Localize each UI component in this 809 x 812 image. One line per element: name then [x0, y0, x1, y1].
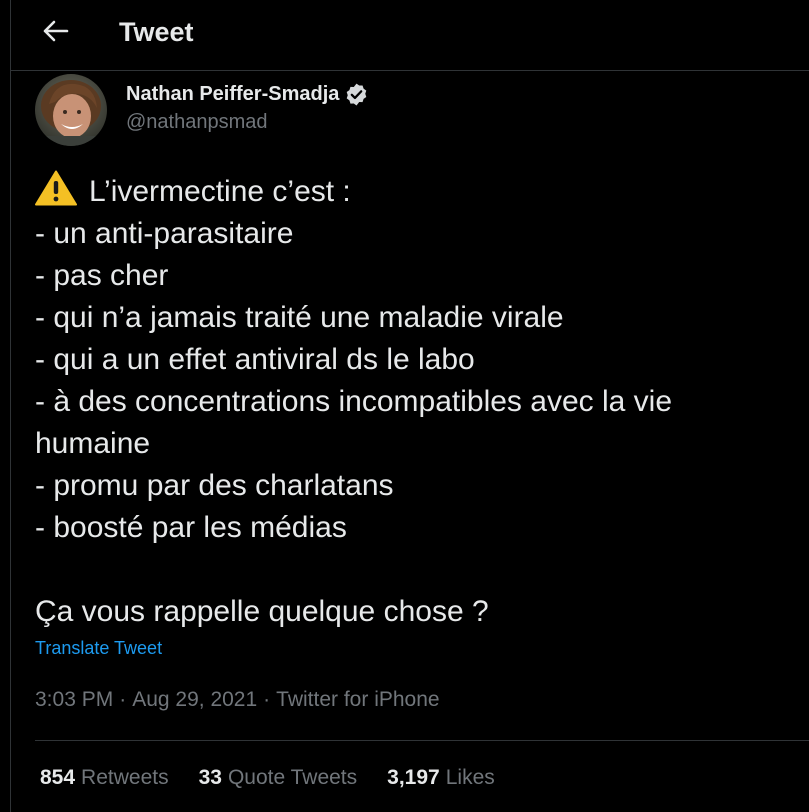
tweet-time[interactable]: 3:03 PM — [35, 688, 113, 712]
likes-stat[interactable]: 3,197 Likes — [387, 766, 495, 790]
author-name-row: Nathan Peiffer-Smadja — [126, 80, 369, 108]
arrow-left-icon — [43, 20, 69, 42]
tweet-date[interactable]: Aug 29, 2021 — [132, 688, 257, 712]
translate-tweet-link[interactable]: Translate Tweet — [35, 638, 162, 659]
back-button[interactable] — [39, 14, 73, 48]
tweet-source[interactable]: Twitter for iPhone — [276, 688, 439, 712]
stat-value: 854 — [40, 766, 76, 789]
tweet-line: L’ivermectine c’est : — [35, 170, 795, 213]
tweet-line: - un anti-parasitaire — [35, 217, 294, 250]
page-title: Tweet — [119, 17, 194, 47]
tweet-line: - qui a un effet antiviral ds le labo — [35, 343, 475, 376]
quote-tweets-stat[interactable]: 33 Quote Tweets — [199, 766, 358, 790]
stat-label: Retweets — [81, 766, 169, 789]
tweet-line: Ça vous rappelle quelque chose ? — [35, 595, 489, 628]
divider — [35, 740, 809, 741]
retweets-stat[interactable]: 854 Retweets — [40, 766, 169, 790]
column-border — [10, 0, 11, 812]
stat-label: Likes — [445, 766, 495, 789]
meta-separator: · — [263, 688, 271, 711]
verified-badge-icon — [344, 82, 369, 107]
author-name[interactable]: Nathan Peiffer-Smadja — [126, 83, 339, 106]
stat-value: 33 — [198, 766, 222, 789]
stat-label: Quote Tweets — [227, 766, 358, 789]
tweet-line: - boosté par les médias — [35, 511, 347, 544]
warning-icon — [35, 170, 77, 206]
author-handle[interactable]: @nathanpsmad — [126, 111, 268, 134]
tweet-stats: 854 Retweets 33 Quote Tweets 3,197 Likes — [40, 766, 495, 790]
tweet-line-text: L’ivermectine c’est : — [89, 175, 351, 208]
avatar[interactable] — [35, 74, 107, 146]
tweet-line: - pas cher — [35, 259, 169, 292]
tweet-line: - à des concentrations incompatibles ave… — [35, 385, 673, 418]
stat-value: 3,197 — [387, 766, 440, 789]
tweet-line: - qui n’a jamais traité une maladie vira… — [35, 301, 564, 334]
tweet-text: L’ivermectine c’est : - un anti-parasita… — [35, 170, 795, 633]
tweet-meta: 3:03 PM · Aug 29, 2021 · Twitter for iPh… — [35, 688, 440, 712]
meta-separator: · — [119, 688, 127, 711]
avatar-image — [35, 74, 107, 146]
header-bar: Tweet — [11, 0, 809, 71]
tweet-line: - promu par des charlatans — [35, 469, 394, 502]
tweet-page: Tweet Nathan Peiffer-Smadja @nathanpsmad… — [0, 0, 809, 812]
tweet-line: humaine — [35, 427, 151, 460]
